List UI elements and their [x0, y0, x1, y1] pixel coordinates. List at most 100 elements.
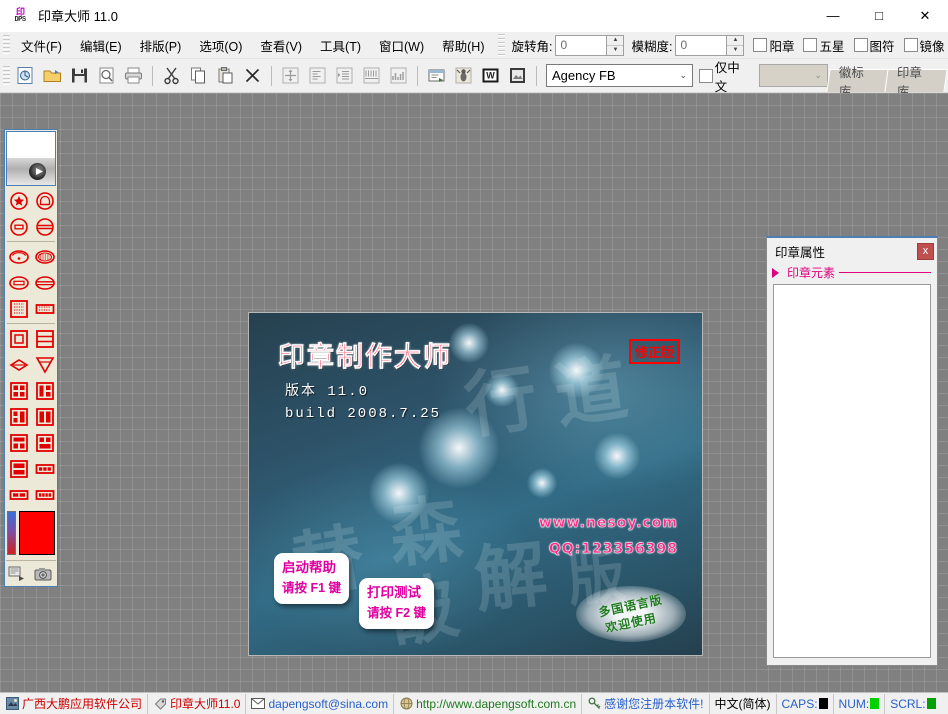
- open-folder-icon[interactable]: [40, 63, 65, 88]
- insect-icon[interactable]: [451, 63, 476, 88]
- shape-ellipse-bar[interactable]: [6, 270, 31, 295]
- blur-stepper[interactable]: 0 ▲ ▼: [675, 35, 744, 56]
- shape-grid-wide[interactable]: [32, 296, 57, 321]
- shape-rect-row-three[interactable]: [32, 456, 57, 481]
- workspace-canvas[interactable]: 替 森 行 道 破 解 版 印章制作大师 修正版 版本 11.0 build 2…: [0, 93, 948, 692]
- print-test-hint-box[interactable]: 打印测试 请按 F2 键: [359, 578, 434, 629]
- shape-rect-split[interactable]: [32, 326, 57, 351]
- distribute-icon[interactable]: [359, 63, 384, 88]
- checkbox-jingxiang[interactable]: 镜像: [904, 36, 945, 55]
- font-family-select[interactable]: Agency FB ⌄: [546, 64, 693, 87]
- checkbox-yangzhang[interactable]: 阳章: [753, 36, 794, 55]
- help-hint-box[interactable]: 启动帮助 请按 F1 键: [274, 553, 349, 604]
- align-left-icon[interactable]: [305, 63, 330, 88]
- cut-icon[interactable]: [159, 63, 184, 88]
- close-button[interactable]: ✕: [902, 0, 948, 31]
- toolbar-grip-handle[interactable]: [3, 66, 10, 86]
- chevron-down-icon[interactable]: ⌄: [675, 70, 692, 81]
- shape-rect-left-split[interactable]: [32, 378, 57, 403]
- color-gradient-strip[interactable]: [7, 511, 16, 555]
- menu-grip-handle[interactable]: [3, 35, 10, 55]
- shape-circle-bar[interactable]: [6, 214, 31, 239]
- delete-icon[interactable]: [240, 63, 265, 88]
- font-size-select[interactable]: ⌄: [759, 64, 828, 87]
- menu-window[interactable]: 窗口(W): [370, 32, 433, 59]
- shape-circle-shield[interactable]: [32, 188, 57, 213]
- shape-ellipse-arc[interactable]: [6, 244, 31, 269]
- align-center-icon[interactable]: [278, 63, 303, 88]
- blur-value[interactable]: 0: [676, 36, 726, 55]
- menu-options[interactable]: 选项(O): [190, 32, 251, 59]
- chart-icon[interactable]: [386, 63, 411, 88]
- print-preview-icon[interactable]: [94, 63, 119, 88]
- shape-rect-top-split[interactable]: [6, 430, 31, 455]
- status-url[interactable]: http://www.dapengsoft.com.cn: [394, 694, 582, 714]
- import-image-icon[interactable]: [6, 563, 31, 585]
- shape-rect-thirds[interactable]: [6, 404, 31, 429]
- minimize-button[interactable]: —: [810, 0, 856, 31]
- stamp-elements-list[interactable]: [773, 284, 931, 658]
- maximize-button[interactable]: □: [856, 0, 902, 31]
- color-picker[interactable]: [6, 510, 56, 556]
- menu-help[interactable]: 帮助(H): [433, 32, 493, 59]
- shape-circle-star[interactable]: [6, 188, 31, 213]
- image-tool-icon[interactable]: [505, 63, 530, 88]
- tab-logo-library[interactable]: 徽标库: [826, 69, 889, 92]
- camera-icon[interactable]: [31, 563, 56, 585]
- rotate-angle-spin-buttons[interactable]: ▲ ▼: [606, 36, 623, 55]
- checkbox-box[interactable]: [803, 38, 817, 52]
- shape-triangle-down[interactable]: [32, 352, 57, 377]
- indent-icon[interactable]: [332, 63, 357, 88]
- shape-rect-four-cell[interactable]: [32, 482, 57, 507]
- shape-diamond[interactable]: [6, 352, 31, 377]
- status-product[interactable]: 印章大师11.0: [148, 694, 246, 714]
- shape-ellipse-double[interactable]: [32, 270, 57, 295]
- paste-icon[interactable]: [213, 63, 238, 88]
- chevron-down-icon[interactable]: ⌄: [810, 70, 827, 81]
- checkbox-box[interactable]: [699, 69, 713, 83]
- stamp-elements-section-header[interactable]: 印章元素: [767, 264, 937, 281]
- spin-up-icon[interactable]: ▲: [607, 36, 623, 46]
- shape-circle-double-bar[interactable]: [32, 214, 57, 239]
- menu-tools[interactable]: 工具(T): [311, 32, 370, 59]
- checkbox-box[interactable]: [904, 38, 918, 52]
- rotate-angle-stepper[interactable]: 0 ▲ ▼: [555, 35, 624, 56]
- checkbox-chinese-only[interactable]: 仅中文: [699, 57, 751, 95]
- spin-down-icon[interactable]: ▼: [607, 46, 623, 55]
- checkbox-tufu[interactable]: 图符: [854, 36, 895, 55]
- menu-file[interactable]: 文件(F): [12, 32, 71, 59]
- tab-stamp-library[interactable]: 印章库: [884, 69, 947, 92]
- shape-ellipse-dots[interactable]: [32, 244, 57, 269]
- print-icon[interactable]: [121, 63, 146, 88]
- shape-rect-inner[interactable]: [6, 326, 31, 351]
- shape-rect-bottom-split[interactable]: [32, 430, 57, 455]
- shape-rect-horizontal-split[interactable]: [6, 456, 31, 481]
- copy-icon[interactable]: [186, 63, 211, 88]
- splash-screen[interactable]: 替 森 行 道 破 解 版 印章制作大师 修正版 版本 11.0 build 2…: [248, 312, 703, 656]
- status-company[interactable]: 广西大鹏应用软件公司: [0, 694, 148, 714]
- menu-layout[interactable]: 排版(P): [131, 32, 191, 59]
- properties-close-button[interactable]: x: [917, 243, 934, 260]
- current-color-swatch[interactable]: [19, 511, 55, 555]
- new-icon[interactable]: [13, 63, 38, 88]
- checkbox-wuxing[interactable]: 五星: [803, 36, 844, 55]
- shape-rect-two-cell[interactable]: [6, 482, 31, 507]
- rotate-angle-value[interactable]: 0: [556, 36, 606, 55]
- save-icon[interactable]: [67, 63, 92, 88]
- menu-view[interactable]: 查看(V): [251, 32, 311, 59]
- checkbox-box[interactable]: [753, 38, 767, 52]
- shape-grid-square[interactable]: [6, 296, 31, 321]
- shape-rect-vertical[interactable]: [32, 404, 57, 429]
- properties-icon[interactable]: [424, 63, 449, 88]
- blur-spin-buttons[interactable]: ▲ ▼: [726, 36, 743, 55]
- text-tool-icon[interactable]: W: [478, 63, 503, 88]
- shape-quad-split[interactable]: [6, 378, 31, 403]
- status-thanks[interactable]: 感谢您注册本软件!: [582, 694, 709, 714]
- checkbox-box[interactable]: [854, 38, 868, 52]
- status-email[interactable]: dapengsoft@sina.com: [246, 694, 394, 714]
- status-language[interactable]: 中文(简体): [710, 694, 777, 714]
- spin-up-icon[interactable]: ▲: [727, 36, 743, 46]
- preview-pane[interactable]: [6, 131, 56, 186]
- menu-edit[interactable]: 编辑(E): [71, 32, 131, 59]
- spin-down-icon[interactable]: ▼: [727, 46, 743, 55]
